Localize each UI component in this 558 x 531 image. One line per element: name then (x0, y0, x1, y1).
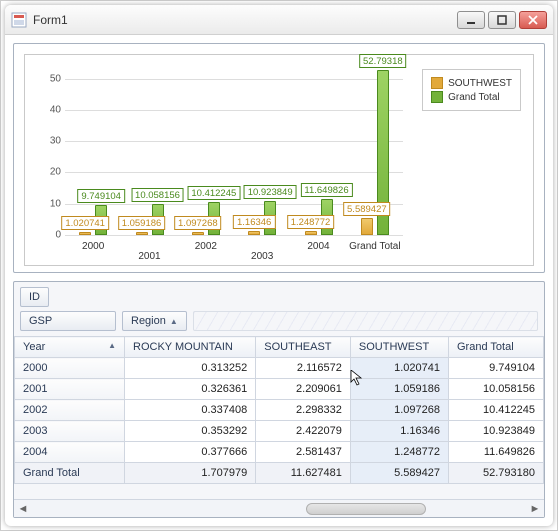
cell[interactable]: 2.581437 (256, 442, 351, 463)
pivot-table: Year▲ ROCKY MOUNTAIN SOUTHEAST SOUTHWEST… (14, 336, 544, 484)
row-header-grandtotal[interactable]: Grand Total (15, 463, 125, 484)
app-icon (11, 12, 27, 28)
window-titlebar: Form1 (5, 5, 553, 35)
cell[interactable]: 5.589427 (350, 463, 448, 484)
scroll-left-icon[interactable]: ◄ (16, 502, 30, 516)
col-header[interactable]: SOUTHEAST (256, 337, 351, 358)
row-field-year[interactable]: Year▲ (15, 337, 125, 358)
col-header[interactable]: SOUTHWEST (350, 337, 448, 358)
y-tick: 20 (50, 167, 61, 178)
legend-swatch-southwest (431, 77, 443, 89)
data-label: 1.16346 (233, 215, 275, 229)
cell[interactable]: 2.116572 (256, 358, 351, 379)
bar-southwest[interactable] (305, 231, 317, 235)
x-tick: 2004 (307, 241, 329, 252)
cell[interactable]: 2.209061 (256, 379, 351, 400)
table-row[interactable]: 20040.3776662.5814371.24877211.649826 (15, 442, 544, 463)
plot-area: 010203040501.0207419.7491041.05918610.05… (65, 63, 403, 235)
cell[interactable]: 1.020741 (350, 358, 448, 379)
grand-total-row[interactable]: Grand Total1.70797911.6274815.58942752.7… (15, 463, 544, 484)
cell[interactable]: 11.627481 (256, 463, 351, 484)
legend-label-southwest: SOUTHWEST (448, 78, 512, 89)
cell[interactable]: 1.248772 (350, 442, 448, 463)
data-label: 10.058156 (131, 188, 184, 202)
maximize-button[interactable] (488, 11, 516, 29)
row-header[interactable]: 2004 (15, 442, 125, 463)
cell[interactable]: 11.649826 (449, 442, 544, 463)
cell[interactable]: 9.749104 (449, 358, 544, 379)
bar-southwest[interactable] (248, 231, 260, 235)
close-button[interactable] (519, 11, 547, 29)
cell[interactable]: 1.059186 (350, 379, 448, 400)
data-label: 1.020741 (61, 216, 109, 230)
horizontal-scrollbar[interactable]: ◄ ► (14, 499, 544, 517)
col-header-grandtotal[interactable]: Grand Total (449, 337, 544, 358)
cell[interactable]: 10.058156 (449, 379, 544, 400)
y-tick: 30 (50, 136, 61, 147)
y-tick: 50 (50, 73, 61, 84)
cell[interactable]: 2.298332 (256, 400, 351, 421)
col-header[interactable]: ROCKY MOUNTAIN (125, 337, 256, 358)
data-label: 52.79318 (359, 54, 407, 68)
row-header[interactable]: 2003 (15, 421, 125, 442)
bar-southwest[interactable] (79, 232, 91, 235)
legend-label-grandtotal: Grand Total (448, 92, 500, 103)
data-label: 10.923849 (244, 185, 297, 199)
column-field-region[interactable]: Region▲ (122, 311, 187, 331)
table-row[interactable]: 20000.3132522.1165721.0207419.749104 (15, 358, 544, 379)
cell[interactable]: 0.337408 (125, 400, 256, 421)
cell[interactable]: 1.16346 (350, 421, 448, 442)
pivot-grid: ID GSP Region▲ Year▲ ROCKY MOUNTAIN SOUT… (13, 281, 545, 518)
data-label: 9.749104 (77, 189, 125, 203)
x-tick: 2002 (195, 241, 217, 252)
data-field-gsp[interactable]: GSP (20, 311, 116, 331)
data-label: 5.589427 (343, 202, 391, 216)
data-label: 1.248772 (287, 215, 335, 229)
row-header[interactable]: 2001 (15, 379, 125, 400)
y-tick: 0 (55, 230, 61, 241)
scroll-right-icon[interactable]: ► (528, 502, 542, 516)
cell[interactable]: 52.793180 (449, 463, 544, 484)
legend-swatch-grandtotal (431, 91, 443, 103)
x-tick: Grand Total (349, 241, 401, 252)
data-label: 11.649826 (300, 183, 352, 197)
row-header[interactable]: 2002 (15, 400, 125, 421)
sort-asc-icon: ▲ (170, 317, 178, 326)
x-tick: 2003 (251, 251, 273, 262)
cell[interactable]: 1.707979 (125, 463, 256, 484)
column-drop-area[interactable] (193, 311, 538, 331)
y-tick: 40 (50, 104, 61, 115)
data-label: 10.412245 (187, 186, 240, 200)
bar-southwest[interactable] (361, 218, 373, 235)
filter-field-id[interactable]: ID (20, 287, 49, 307)
minimize-button[interactable] (457, 11, 485, 29)
cell[interactable]: 2.422079 (256, 421, 351, 442)
cell[interactable]: 0.313252 (125, 358, 256, 379)
table-row[interactable]: 20030.3532922.4220791.1634610.923849 (15, 421, 544, 442)
row-header[interactable]: 2000 (15, 358, 125, 379)
bar-southwest[interactable] (192, 232, 204, 235)
x-tick: 2000 (82, 241, 104, 252)
cell[interactable]: 10.412245 (449, 400, 544, 421)
cell[interactable]: 10.923849 (449, 421, 544, 442)
cell[interactable]: 0.377666 (125, 442, 256, 463)
chart-legend: SOUTHWEST Grand Total (422, 69, 521, 111)
bar-southwest[interactable] (136, 232, 148, 235)
cell[interactable]: 1.097268 (350, 400, 448, 421)
x-tick: 2001 (138, 251, 160, 262)
chart-panel: 0 10 20 30 40 50 1.020741 9.749104 1.059186 10.05… (13, 43, 545, 273)
scroll-thumb[interactable] (306, 503, 426, 515)
sort-asc-icon: ▲ (108, 341, 116, 350)
cell[interactable]: 0.353292 (125, 421, 256, 442)
y-tick: 10 (50, 198, 61, 209)
cell[interactable]: 0.326361 (125, 379, 256, 400)
table-row[interactable]: 20010.3263612.2090611.05918610.058156 (15, 379, 544, 400)
window-title: Form1 (33, 13, 457, 27)
data-label: 1.097268 (174, 216, 222, 230)
table-row[interactable]: 20020.3374082.2983321.09726810.412245 (15, 400, 544, 421)
data-label: 1.059186 (118, 216, 166, 230)
